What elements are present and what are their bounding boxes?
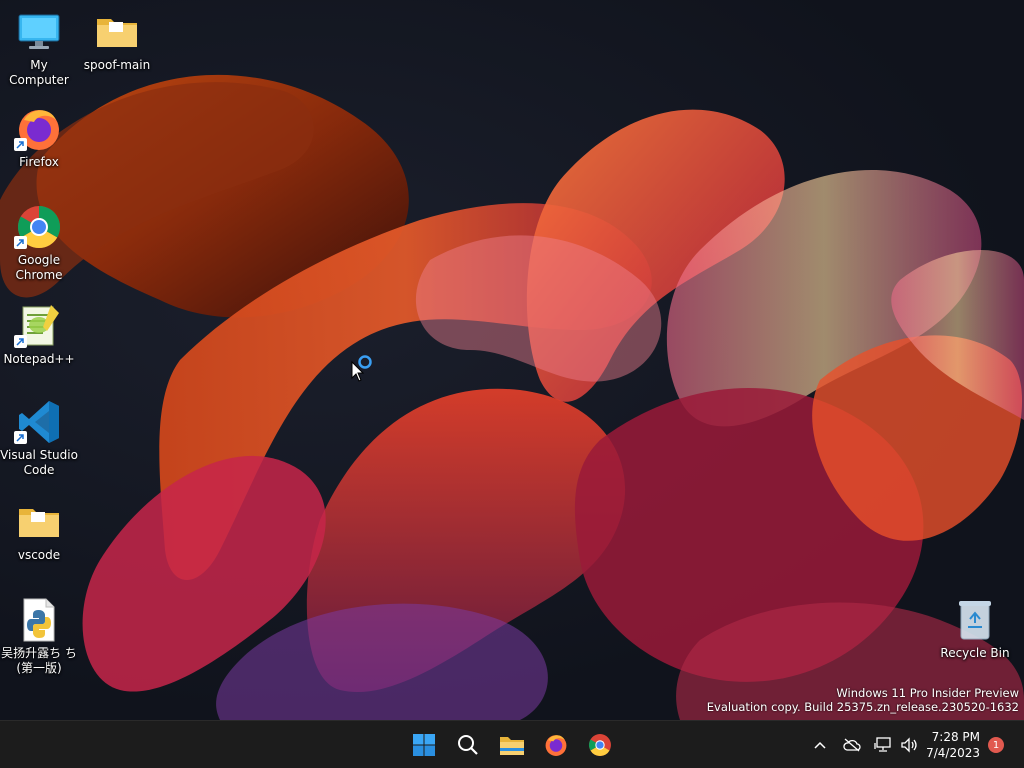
chrome-taskbar-button[interactable] bbox=[582, 727, 618, 763]
volume-icon bbox=[901, 737, 917, 753]
chevron-up-icon bbox=[814, 741, 826, 749]
notification-badge[interactable]: 1 bbox=[988, 737, 1004, 753]
wallpaper-ribbons bbox=[0, 74, 1024, 720]
notepadpp-icon bbox=[14, 302, 64, 350]
desktop-icon-label: vscode bbox=[17, 548, 61, 562]
desktop-icon-label: My Computer bbox=[9, 58, 69, 87]
watermark-line-1: Windows 11 Pro Insider Preview bbox=[836, 686, 1019, 700]
start-button[interactable] bbox=[406, 727, 442, 763]
desktop-icon-label: Notepad++ bbox=[3, 352, 75, 366]
folder-icon bbox=[14, 498, 64, 546]
watermark-line-2: Evaluation copy. Build 25375.zn_release.… bbox=[706, 700, 1019, 714]
search-icon bbox=[458, 735, 478, 755]
desktop-icon-python-file[interactable]: 吴扬升露ち ち(第一版) bbox=[0, 596, 78, 676]
desktop-icon-label: 吴扬升露ち ち(第一版) bbox=[1, 646, 77, 675]
show-hidden-icons-button[interactable] bbox=[808, 721, 832, 768]
recycle-bin-icon bbox=[950, 596, 1000, 644]
shortcut-arrow-icon bbox=[14, 236, 27, 249]
desktop-icon-firefox[interactable]: Firefox bbox=[0, 105, 78, 170]
desktop[interactable]: My Computer spoof-main Firefox Google Ch… bbox=[0, 0, 1024, 720]
desktop-icon-google-chrome[interactable]: Google Chrome bbox=[0, 203, 78, 283]
firefox-taskbar-button[interactable] bbox=[538, 727, 574, 763]
firefox-icon bbox=[14, 105, 64, 153]
clock-time: 7:28 PM bbox=[931, 730, 980, 744]
network-tray-button[interactable] bbox=[870, 721, 896, 768]
search-button[interactable] bbox=[450, 727, 486, 763]
taskbar: 7:28 PM 7/4/2023 1 bbox=[0, 720, 1024, 768]
windows-watermark: Windows 11 Pro Insider Preview Evaluatio… bbox=[707, 686, 1019, 714]
desktop-icon-my-computer[interactable]: My Computer bbox=[0, 8, 78, 88]
chrome-icon bbox=[589, 734, 611, 756]
desktop-icon-visual-studio-code[interactable]: Visual Studio Code bbox=[0, 398, 78, 478]
vscode-icon bbox=[14, 398, 64, 446]
monitor-icon bbox=[14, 8, 64, 56]
network-icon bbox=[874, 737, 891, 752]
desktop-icon-vscode-folder[interactable]: vscode bbox=[0, 498, 78, 563]
file-explorer-icon bbox=[500, 737, 524, 755]
start-icon bbox=[413, 734, 435, 756]
desktop-icon-label: Firefox bbox=[19, 155, 59, 169]
desktop-icon-label: Recycle Bin bbox=[940, 646, 1010, 660]
shortcut-arrow-icon bbox=[14, 431, 27, 444]
file-explorer-button[interactable] bbox=[494, 727, 530, 763]
desktop-icon-spoof-main[interactable]: spoof-main bbox=[78, 8, 156, 73]
onedrive-tray-button[interactable] bbox=[838, 721, 866, 768]
volume-tray-button[interactable] bbox=[896, 721, 922, 768]
chrome-icon bbox=[14, 203, 64, 251]
desktop-icon-recycle-bin[interactable]: Recycle Bin bbox=[936, 596, 1014, 661]
shortcut-arrow-icon bbox=[14, 335, 27, 348]
desktop-icon-notepadpp[interactable]: Notepad++ bbox=[0, 302, 78, 367]
mouse-cursor-busy-icon bbox=[350, 354, 376, 386]
desktop-icon-label: Google Chrome bbox=[15, 253, 63, 282]
shortcut-arrow-icon bbox=[14, 138, 27, 151]
desktop-icon-label: spoof-main bbox=[83, 58, 151, 72]
notification-count: 1 bbox=[992, 739, 1000, 751]
cloud-off-icon bbox=[843, 738, 861, 752]
clock-date: 7/4/2023 bbox=[926, 746, 980, 760]
desktop-icon-label: Visual Studio Code bbox=[0, 448, 78, 477]
firefox-icon bbox=[545, 735, 567, 756]
folder-icon bbox=[92, 8, 142, 56]
taskbar-clock[interactable]: 7:28 PM 7/4/2023 bbox=[926, 729, 980, 761]
python-file-icon bbox=[14, 596, 64, 644]
